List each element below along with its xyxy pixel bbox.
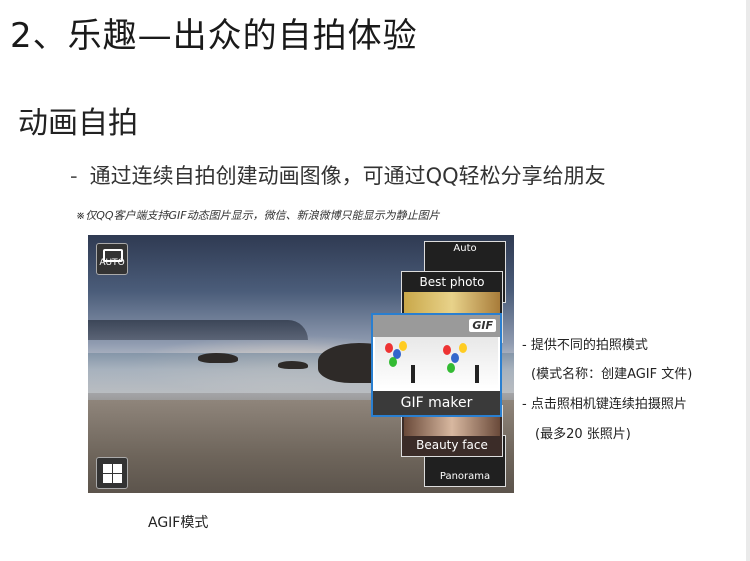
- scene-rock: [278, 361, 308, 369]
- side-note-2: (模式名称：创建AGIF 文件): [531, 367, 693, 382]
- balloon-icon: [389, 357, 397, 367]
- balloon-icon: [443, 345, 451, 355]
- mode-card-label: Beauty face: [416, 438, 488, 452]
- camera-screenshot: AUTO Auto Best photo Panorama Beauty fac…: [88, 235, 514, 493]
- grid-icon: [113, 474, 122, 483]
- slide-title: 2、乐趣—出众的自拍体验: [10, 16, 418, 56]
- balloon-icon: [459, 343, 467, 353]
- balloon-icon: [399, 341, 407, 351]
- gif-card-label: GIF maker: [373, 391, 500, 415]
- person-silhouette: [411, 365, 415, 383]
- bullet-dash: -: [70, 164, 78, 188]
- balloon-icon: [447, 363, 455, 373]
- mode-card-label: Panorama: [439, 471, 491, 482]
- gif-preview-images: [375, 337, 498, 389]
- side-note-1: - 提供不同的拍照模式: [522, 338, 648, 353]
- bullet-text: 通过连续自拍创建动画图像，可通过QQ轻松分享给朋友: [89, 164, 606, 188]
- footnote: ※仅QQ客户端支持GIF动态图片显示，微信、新浪微博只能显示为静止图片: [76, 209, 440, 222]
- grid-icon: [113, 464, 122, 473]
- camera-icon: [103, 249, 123, 262]
- mode-card-label: Best photo: [419, 275, 485, 289]
- bullet-point: - 通过连续自拍创建动画图像，可通过QQ轻松分享给朋友: [70, 160, 606, 190]
- section-heading: 动画自拍: [18, 106, 138, 141]
- scene-headland: [88, 320, 308, 340]
- person-silhouette: [475, 365, 479, 383]
- side-note-3: - 点击照相机键连续拍摄照片: [522, 397, 687, 412]
- image-caption: AGIF模式: [148, 515, 209, 531]
- camera-mode-button[interactable]: AUTO: [96, 243, 128, 275]
- mode-card-gif-maker[interactable]: GIF GIF maker: [371, 313, 502, 417]
- balloon-icon: [385, 343, 393, 353]
- grid-menu-button[interactable]: [96, 457, 128, 489]
- balloon-icon: [451, 353, 459, 363]
- grid-icon: [103, 474, 112, 483]
- scene-rock: [198, 353, 238, 363]
- grid-icon: [103, 464, 112, 473]
- side-note-4: (最多20 张照片): [535, 427, 631, 442]
- gif-badge: GIF: [469, 319, 496, 332]
- slide-edge: [746, 0, 750, 561]
- mode-card-label: Auto: [453, 243, 477, 254]
